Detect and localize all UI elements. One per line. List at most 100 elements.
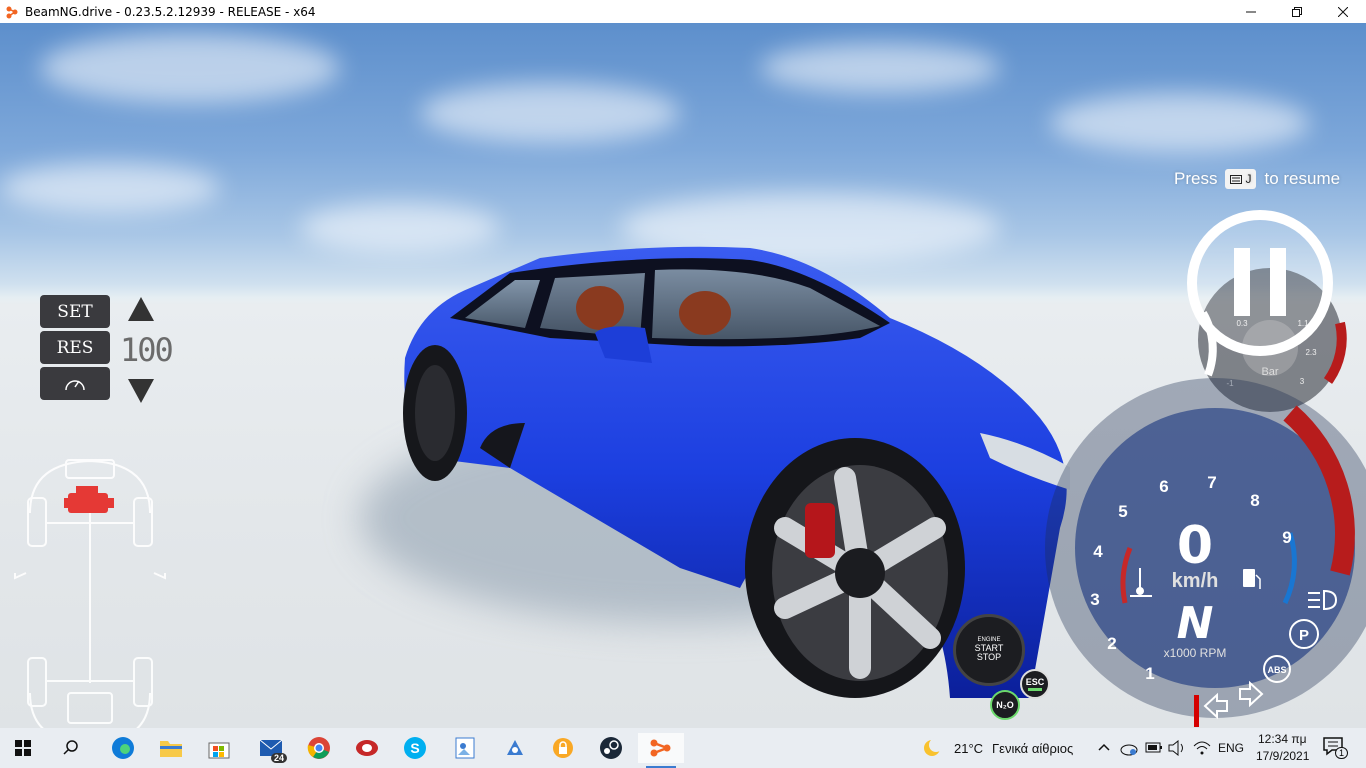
wifi-icon[interactable] [1193, 740, 1211, 756]
rev-limit-marker [1194, 695, 1199, 727]
paint-app[interactable] [442, 733, 488, 763]
mail-app[interactable]: 24 [248, 733, 294, 763]
notification-center-button[interactable]: 1 [1322, 736, 1349, 760]
parking-label: P [1299, 627, 1309, 644]
steam-app[interactable] [588, 733, 634, 763]
minimize-button[interactable] [1228, 0, 1274, 23]
close-button[interactable] [1320, 0, 1366, 23]
search-button[interactable] [48, 733, 94, 763]
rpm-tick: 4 [1093, 542, 1103, 561]
speed-up-arrow-icon[interactable] [128, 297, 154, 321]
esc-label: ESC [1025, 677, 1045, 687]
store-app[interactable] [196, 733, 242, 763]
nos-label: N₂O [996, 700, 1014, 710]
gauge-cluster: Bar -1 0.3 1.1 2.3 3 1 2 3 4 5 [1045, 210, 1366, 727]
search-icon [63, 740, 78, 755]
resume-key-label: J [1245, 172, 1252, 186]
resume-suffix-text: to resume [1264, 169, 1341, 188]
speed-unit: km/h [1172, 570, 1219, 592]
clock-time[interactable]: 12:34 πμ [1258, 732, 1307, 746]
app-icon [507, 740, 523, 755]
window-title: BeamNG.drive - 0.23.5.2.12939 - RELEASE … [25, 4, 316, 19]
cruise-control: SET RES 100 [40, 295, 180, 410]
language-indicator[interactable]: ENG [1218, 741, 1244, 755]
cloud [1050, 93, 1310, 153]
rpm-tick: 6 [1159, 477, 1168, 496]
edge-icon [112, 737, 134, 759]
skype-app[interactable]: S [392, 733, 438, 763]
esc-button[interactable]: ESC [1020, 669, 1050, 699]
cloud [760, 43, 1000, 93]
windows-logo-icon [15, 740, 31, 756]
beamng-icon [650, 739, 671, 757]
chrome-app[interactable] [296, 733, 342, 763]
speed-value: 0 [1177, 516, 1213, 576]
resume-hint: Press J to resume [1174, 169, 1340, 189]
settings-app[interactable] [492, 733, 538, 763]
taskbar: 24 S 21°C Γενικά αίθριος ENG 12:34 πμ 17… [0, 728, 1366, 768]
vpn-app[interactable] [540, 733, 586, 763]
speedometer: 1 2 3 4 5 6 7 8 9 0 km/h N x1000 RPM P A… [1045, 378, 1366, 727]
svg-text:S: S [410, 740, 419, 756]
restore-button[interactable] [1274, 0, 1320, 23]
cruise-res-button[interactable]: RES [40, 331, 110, 364]
cruise-speedometer-button[interactable] [40, 367, 110, 400]
close-icon [1338, 6, 1348, 17]
store-icon [208, 742, 230, 759]
restore-icon [1292, 6, 1302, 17]
weather-temp[interactable]: 21°C [954, 741, 983, 756]
boost-tick: 2.3 [1305, 348, 1317, 357]
file-explorer-app[interactable] [148, 733, 194, 763]
drivetrain-diagram [14, 459, 166, 728]
folder-icon [160, 741, 182, 757]
beamng-app[interactable] [638, 733, 684, 768]
weather-moon-icon [924, 738, 943, 756]
mail-badge: 24 [270, 753, 287, 763]
engine-start-stop-button[interactable]: ENGINE START STOP [953, 614, 1025, 686]
battery-icon[interactable] [1145, 740, 1163, 756]
keyboard-icon [1230, 174, 1243, 184]
volume-icon[interactable] [1168, 740, 1186, 756]
nos-button[interactable]: N₂O [990, 690, 1020, 720]
clock-date[interactable]: 17/9/2021 [1256, 749, 1309, 763]
edge-app[interactable] [100, 733, 146, 763]
weather-condition[interactable]: Γενικά αίθριος [992, 741, 1073, 756]
lock-shield-icon [553, 738, 573, 758]
network-cloud-icon[interactable] [1120, 740, 1138, 756]
notification-count: 1 [1335, 747, 1349, 759]
rpm-tick: 3 [1090, 590, 1099, 609]
abs-label: ABS [1267, 665, 1286, 675]
minimize-icon [1246, 11, 1256, 12]
stop-label: STOP [976, 652, 1002, 663]
rpm-tick: 7 [1207, 473, 1216, 492]
resume-press-text: Press [1174, 169, 1218, 188]
beamng-logo-icon [6, 6, 18, 18]
start-button[interactable] [0, 733, 46, 763]
rpm-tick: 5 [1118, 502, 1127, 521]
chevron-up-icon[interactable] [1098, 743, 1110, 751]
rpm-tick: 1 [1145, 664, 1154, 683]
cloud [420, 83, 680, 143]
gear-indicator: N [1177, 598, 1214, 649]
speedometer-icon [65, 379, 85, 390]
rpm-tick: 8 [1250, 491, 1259, 510]
rpm-tick: 9 [1282, 528, 1291, 547]
cloud [0, 163, 220, 213]
steam-icon [600, 737, 622, 759]
boost-tick: 3 [1300, 377, 1305, 386]
cruise-set-button[interactable]: SET [40, 295, 110, 328]
rpm-label: x1000 RPM [1164, 646, 1227, 660]
skype-icon: S [404, 737, 426, 759]
boost-unit: Bar [1261, 366, 1278, 378]
red-app-icon [356, 740, 378, 756]
cloud [40, 33, 340, 103]
cruise-speed-value: 100 [120, 331, 174, 369]
window-titlebar: BeamNG.drive - 0.23.5.2.12939 - RELEASE … [0, 0, 1366, 23]
rpm-tick: 2 [1107, 634, 1116, 653]
speed-down-arrow-icon[interactable] [128, 379, 154, 403]
red-app[interactable] [344, 733, 390, 763]
esc-status-bar [1028, 688, 1042, 691]
game-viewport[interactable]: Press J to resume SET RES 100 Bar 2.3 3 … [0, 23, 1366, 728]
engine-icon [64, 486, 114, 513]
pause-icon [1187, 210, 1333, 356]
